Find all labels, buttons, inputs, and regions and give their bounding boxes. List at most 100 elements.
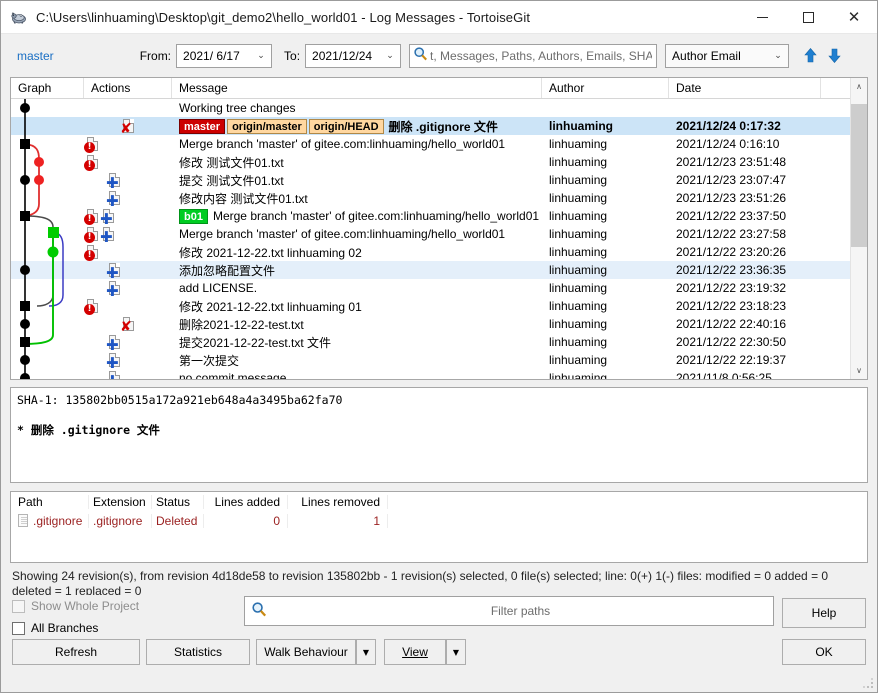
search-next-button[interactable] xyxy=(823,42,846,69)
files-column-path[interactable]: Path xyxy=(11,494,89,509)
to-date-combo[interactable]: 2021/12/24 ⌄ xyxy=(305,43,402,68)
date-cell: 2021/12/22 23:20:26 xyxy=(676,245,787,259)
message-cell: 修改 2021-12-22.txt linhuaming 01 xyxy=(172,297,542,315)
message-cell: 修改内容 测试文件01.txt xyxy=(172,189,542,207)
table-row[interactable]: ✚ no commit message linhuaming 2021/11/8 0:… xyxy=(11,369,850,379)
file-row[interactable]: .gitignore .gitignore Deleted 0 1 xyxy=(11,511,867,530)
message-text: Merge branch 'master' of gitee.com:linhu… xyxy=(212,209,540,223)
scrollbar-thumb[interactable] xyxy=(850,104,867,247)
chevron-down-icon: ⌄ xyxy=(257,50,265,61)
table-row[interactable]: ! 修改 2021-12-22.txt linhuaming 01 linhuami… xyxy=(11,297,850,315)
actions-cell: ✚ xyxy=(84,333,172,351)
author-cell: linhuaming xyxy=(549,119,613,133)
working-tree-label: Working tree changes xyxy=(179,101,296,115)
message-cell: 添加忽略配置文件 xyxy=(172,261,542,279)
table-row[interactable]: ✚ add LICENSE. linhuaming 2021/12/22 23:19:… xyxy=(11,279,850,297)
message-text: 提交 测试文件01.txt xyxy=(179,173,284,188)
current-branch-link[interactable]: master xyxy=(17,49,54,63)
actions-cell xyxy=(84,99,172,117)
view-dropdown-button[interactable]: ▼ xyxy=(446,639,466,665)
status-line-1: Showing 24 revision(s), from revision 4d… xyxy=(12,569,829,583)
help-button[interactable]: Help xyxy=(782,598,866,628)
files-column-status[interactable]: Status xyxy=(152,494,204,509)
author-filter-combo[interactable]: Author Email ⌄ xyxy=(665,43,790,68)
table-row[interactable]: ! 修改 测试文件01.txt linhuaming 2021/12/23 23:51… xyxy=(11,153,850,171)
table-row[interactable]: ! 修改 2021-12-22.txt linhuaming 02 linhuami… xyxy=(11,243,850,261)
commit-detail-pane[interactable]: SHA-1: 135802bb0515a172a921eb648a4a3495b… xyxy=(10,387,868,483)
all-branches-checkbox[interactable]: All Branches xyxy=(12,621,98,635)
message-text: 修改 测试文件01.txt xyxy=(179,155,284,170)
column-header-graph[interactable]: Graph xyxy=(11,78,84,98)
all-branches-label: All Branches xyxy=(31,621,99,635)
column-header-author[interactable]: Author xyxy=(542,78,669,98)
message-cell: 提交2021-12-22-test.txt 文件 xyxy=(172,333,542,351)
file-modified-icon: ! xyxy=(84,154,98,171)
message-text: Merge branch 'master' of gitee.com:linhu… xyxy=(179,137,506,151)
table-row[interactable]: ✚ 修改内容 测试文件01.txt linhuaming 2021/12/23 23:… xyxy=(11,189,850,207)
table-row[interactable]: ! Merge branch 'master' of gitee.com:linh… xyxy=(11,135,850,153)
files-column-lines-added[interactable]: Lines added xyxy=(204,494,288,509)
file-status-cell: Deleted xyxy=(152,513,204,528)
sha1-label: SHA-1: xyxy=(17,393,59,407)
scrollbar-track[interactable] xyxy=(850,95,867,362)
view-button[interactable]: View xyxy=(384,639,446,665)
filter-paths-input[interactable]: Filter paths xyxy=(244,596,774,626)
message-text: 添加忽略配置文件 xyxy=(179,263,276,278)
walk-behaviour-button[interactable]: Walk Behaviour xyxy=(256,639,356,665)
close-button[interactable]: ✕ xyxy=(831,1,877,34)
table-row[interactable]: ✚ 提交 测试文件01.txt linhuaming 2021/12/23 23:07… xyxy=(11,171,850,189)
date-cell: 2021/12/22 23:37:50 xyxy=(676,209,787,223)
file-extension-cell: .gitignore xyxy=(89,513,152,528)
graph-cell xyxy=(11,315,84,333)
files-column-lines-removed[interactable]: Lines removed xyxy=(288,494,388,509)
chevron-down-icon: ⌄ xyxy=(386,50,394,61)
author-cell: linhuaming xyxy=(549,299,608,313)
minimize-button[interactable] xyxy=(739,1,785,34)
filter-toolbar: master From: 2021/ 6/17 ⌄ To: 2021/12/24… xyxy=(1,34,877,77)
refresh-button[interactable]: Refresh xyxy=(12,639,140,665)
resize-grip[interactable] xyxy=(862,677,874,689)
file-added-icon: ✚ xyxy=(106,334,120,351)
scroll-up-button[interactable]: ∧ xyxy=(851,78,868,95)
table-row[interactable]: ✚ 添加忽略配置文件 linhuaming 2021/12/22 23:36:35 xyxy=(11,261,850,279)
table-row[interactable]: ✚ 提交2021-12-22-test.txt 文件 linhuaming 2021/… xyxy=(11,333,850,351)
files-column-extension[interactable]: Extension xyxy=(89,494,152,509)
actions-cell: ✚ xyxy=(84,279,172,297)
scroll-down-button[interactable]: ∨ xyxy=(851,362,868,379)
from-date-value: 2021/ 6/17 xyxy=(183,48,240,63)
table-row[interactable]: ✘ 删除2021-12-22-test.txt linhuaming 2021/12/… xyxy=(11,315,850,333)
file-added-icon: ✚ xyxy=(100,226,114,243)
column-header-date[interactable]: Date xyxy=(669,78,821,98)
search-icon xyxy=(251,601,268,621)
date-cell: 2021/12/22 23:18:23 xyxy=(676,299,787,313)
search-previous-button[interactable] xyxy=(799,42,822,69)
date-cell: 2021/12/23 23:51:48 xyxy=(676,155,787,169)
from-date-combo[interactable]: 2021/ 6/17 ⌄ xyxy=(176,43,273,68)
table-row[interactable]: ✘ master origin/master origin/HEAD 删除 .gitig… xyxy=(11,117,850,135)
status-text: Showing 24 revision(s), from revision 4d… xyxy=(12,569,868,595)
column-header-actions[interactable]: Actions xyxy=(84,78,172,98)
chevron-down-icon: ▼ xyxy=(362,647,370,657)
table-row[interactable]: ✚ 第一次提交 linhuaming 2021/12/22 22:19:37 xyxy=(11,351,850,369)
column-header-message[interactable]: Message xyxy=(172,78,542,98)
statistics-button[interactable]: Statistics xyxy=(146,639,250,665)
author-cell: linhuaming xyxy=(549,155,608,169)
message-text: no commit message xyxy=(179,371,287,379)
table-row[interactable]: ! ✚ b01 Merge branch 'master' of gitee.com:… xyxy=(11,207,850,225)
working-tree-row[interactable]: Working tree changes xyxy=(11,99,850,117)
table-row[interactable]: ! ✚ Merge branch 'master' of gitee.com:lin… xyxy=(11,225,850,243)
author-cell: linhuaming xyxy=(549,335,608,349)
actions-cell: ✚ xyxy=(84,189,172,207)
date-cell: 2021/12/24 0:16:10 xyxy=(676,137,780,151)
message-text: 修改 2021-12-22.txt linhuaming 01 xyxy=(179,299,362,314)
maximize-button[interactable] xyxy=(785,1,831,34)
search-input[interactable]: t, Messages, Paths, Authors, Emails, SHA… xyxy=(409,43,658,68)
log-list-scrollbar[interactable]: ∧ ∨ xyxy=(850,78,867,379)
author-cell: linhuaming xyxy=(549,137,608,151)
walk-behaviour-dropdown-button[interactable]: ▼ xyxy=(356,639,376,665)
ok-button[interactable]: OK xyxy=(782,639,866,665)
checkbox-box xyxy=(12,599,25,613)
file-modified-icon: ! xyxy=(84,244,98,261)
show-whole-project-checkbox[interactable]: Show Whole Project xyxy=(12,599,139,613)
to-label: To: xyxy=(284,48,301,63)
